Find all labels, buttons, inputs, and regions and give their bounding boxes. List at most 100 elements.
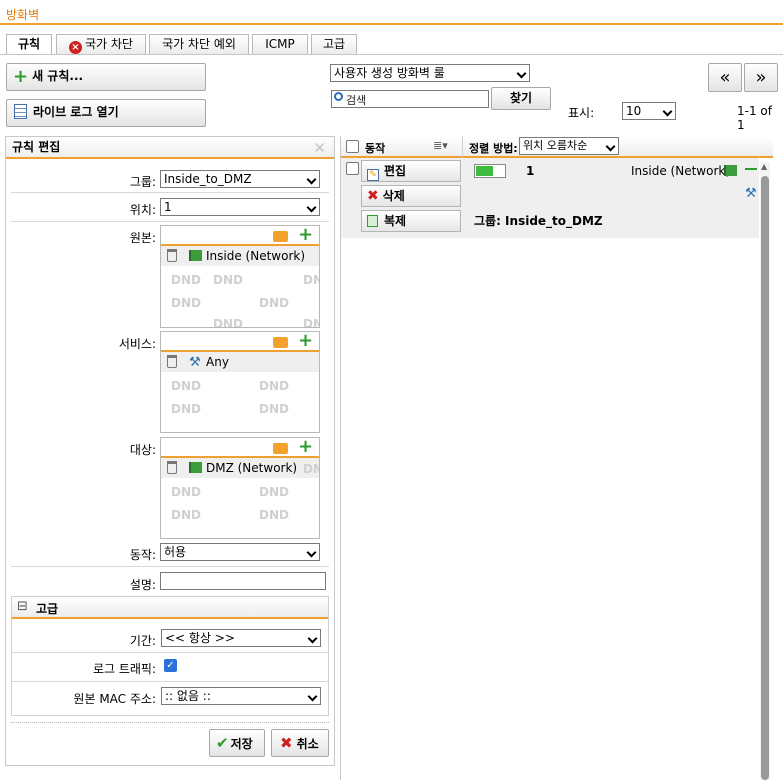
- time-value: << 항상 >>: [165, 631, 235, 645]
- toggle-on-indicator: [476, 166, 493, 176]
- rule-enabled-toggle[interactable]: [474, 164, 506, 178]
- divider: [11, 221, 329, 222]
- action-label: 동작:: [129, 548, 156, 562]
- cancel-label: 취소: [296, 737, 319, 751]
- service-dnd-box[interactable]: + ⚒ Any DND DND DND DND: [160, 331, 320, 433]
- save-button[interactable]: ✔ 저장: [209, 729, 265, 757]
- sort-select[interactable]: 위치 오름차순: [519, 137, 619, 155]
- description-input[interactable]: [160, 572, 326, 590]
- log-icon: [14, 104, 27, 119]
- advanced-header[interactable]: ⊟ 고급: [12, 597, 328, 619]
- destination-item-label: DMZ (Network): [206, 461, 298, 475]
- next-page-button[interactable]: »: [744, 63, 778, 92]
- add-icon[interactable]: +: [298, 438, 313, 456]
- destination-dnd-box[interactable]: + DMZ (Network) DND DND DND DND DND: [160, 437, 320, 539]
- dnd-placeholder: DND: [171, 273, 201, 287]
- edit-rule-button[interactable]: ✎ 편집: [361, 160, 461, 182]
- connection-icon: [745, 164, 757, 170]
- action-value: 허용: [164, 545, 187, 559]
- save-label: 저장: [230, 737, 253, 751]
- destination-label: 대상:: [129, 443, 156, 457]
- copy-label: 복제: [384, 214, 407, 228]
- rule-row[interactable]: ✎ 편집 ✖ 삭제 복제 1 Inside (Network) ⚒ 그룹: Insi…: [341, 158, 759, 238]
- cancel-button[interactable]: ✖ 취소: [271, 729, 329, 757]
- tab-rules-label: 규칙: [17, 37, 41, 51]
- rule-group: 그룹: Inside_to_DMZ: [474, 214, 603, 228]
- position-value: 1: [164, 200, 172, 214]
- divider: [11, 192, 329, 193]
- source-dnd-box[interactable]: + Inside (Network) DND DND DND DND DND D…: [160, 225, 320, 328]
- folder-icon[interactable]: [273, 231, 288, 242]
- copy-rule-button[interactable]: 복제: [361, 210, 461, 232]
- dnd-placeholder: DND: [171, 508, 201, 522]
- trash-icon[interactable]: [167, 249, 177, 262]
- folder-icon[interactable]: [273, 337, 288, 348]
- dnd-placeholder: DND: [303, 317, 319, 328]
- tab-rules[interactable]: 규칙: [6, 34, 52, 55]
- ruleset-value: 사용자 생성 방화벽 룰: [334, 66, 445, 80]
- rules-list-panel: 동작 ≣▾ 정렬 방법: 위치 오름차순 ✎ 편집 ✖ 삭제 복제 1 Inside…: [340, 136, 773, 780]
- vertical-scrollbar[interactable]: ▲: [760, 162, 770, 780]
- copy-icon: [367, 215, 378, 227]
- tab-country-block[interactable]: × 국가 차단: [56, 34, 146, 54]
- action-column-header: 동작 ≣▾: [341, 136, 463, 158]
- source-box-header: +: [161, 226, 319, 246]
- sort-label: 정렬 방법:: [469, 142, 518, 155]
- dnd-placeholder: DND: [259, 485, 289, 499]
- scroll-up-icon[interactable]: ▲: [761, 162, 767, 171]
- tab-country-block-exceptions[interactable]: 국가 차단 예외: [149, 34, 249, 54]
- source-item[interactable]: Inside (Network): [161, 246, 319, 266]
- service-label: 서비스:: [118, 337, 156, 351]
- rule-edit-panel: 규칙 편집 ✕ 그룹: Inside_to_DMZ 위치: 1 원본: + In…: [5, 136, 335, 766]
- description-label: 설명:: [129, 578, 156, 592]
- mac-address-value: :: 없음 ::: [165, 689, 211, 703]
- edit-icon: ✎: [367, 169, 379, 181]
- select-all-checkbox[interactable]: [346, 140, 359, 153]
- tab-country-block-label: 국가 차단: [85, 37, 133, 51]
- close-icon[interactable]: ✕: [313, 139, 326, 157]
- edit-label: 편집: [384, 164, 407, 178]
- search-input[interactable]: 검색: [331, 90, 489, 108]
- tab-advanced[interactable]: 고급: [311, 34, 357, 54]
- group-select[interactable]: Inside_to_DMZ: [160, 170, 320, 188]
- action-select[interactable]: 허용: [160, 543, 320, 561]
- log-traffic-checkbox[interactable]: ✓: [164, 659, 177, 672]
- live-log-button[interactable]: 라이브 로그 열기: [6, 99, 206, 127]
- destination-item[interactable]: DMZ (Network): [161, 458, 319, 478]
- position-select[interactable]: 1: [160, 198, 320, 216]
- tabs-divider: [0, 54, 783, 55]
- dnd-placeholder: DND: [171, 485, 201, 499]
- trash-icon[interactable]: [167, 461, 177, 474]
- trash-icon[interactable]: [167, 355, 177, 368]
- dnd-placeholder: DND: [303, 273, 319, 287]
- cancel-icon: ✖: [280, 734, 293, 752]
- service-item[interactable]: ⚒ Any: [161, 352, 319, 372]
- add-icon[interactable]: +: [298, 226, 313, 244]
- scrollbar-thumb[interactable]: [761, 176, 769, 780]
- rule-edit-title: 규칙 편집: [12, 140, 61, 154]
- dnd-placeholder: DND: [259, 402, 289, 416]
- pagination-info: 1-1 of 1: [737, 104, 772, 132]
- rule-checkbox[interactable]: [346, 162, 359, 175]
- group-label: 그룹:: [129, 175, 156, 189]
- display-count-select[interactable]: 10: [622, 102, 676, 120]
- tab-icmp[interactable]: ICMP: [252, 34, 308, 54]
- source-item-label: Inside (Network): [206, 249, 306, 263]
- folder-icon[interactable]: [273, 443, 288, 454]
- dnd-placeholder: DND: [259, 296, 289, 310]
- mac-address-select[interactable]: :: 없음 ::: [161, 687, 321, 705]
- new-rule-button[interactable]: + 새 규칙...: [6, 63, 206, 91]
- ruleset-select[interactable]: 사용자 생성 방화벽 룰: [330, 64, 530, 82]
- divider: [11, 722, 329, 723]
- add-icon[interactable]: +: [298, 332, 313, 350]
- time-select[interactable]: << 항상 >>: [161, 629, 321, 647]
- search-button-label: 찾기: [509, 91, 533, 105]
- prev-page-button[interactable]: «: [708, 63, 742, 92]
- collapse-icon[interactable]: ⊟: [17, 599, 28, 614]
- rule-edit-header: 규칙 편집: [6, 137, 334, 159]
- dnd-placeholder: DND: [259, 508, 289, 522]
- page-title: 방화벽: [6, 8, 40, 22]
- search-button[interactable]: 찾기: [491, 87, 551, 110]
- column-menu-icon[interactable]: ≣▾: [433, 139, 448, 152]
- delete-rule-button[interactable]: ✖ 삭제: [361, 185, 461, 207]
